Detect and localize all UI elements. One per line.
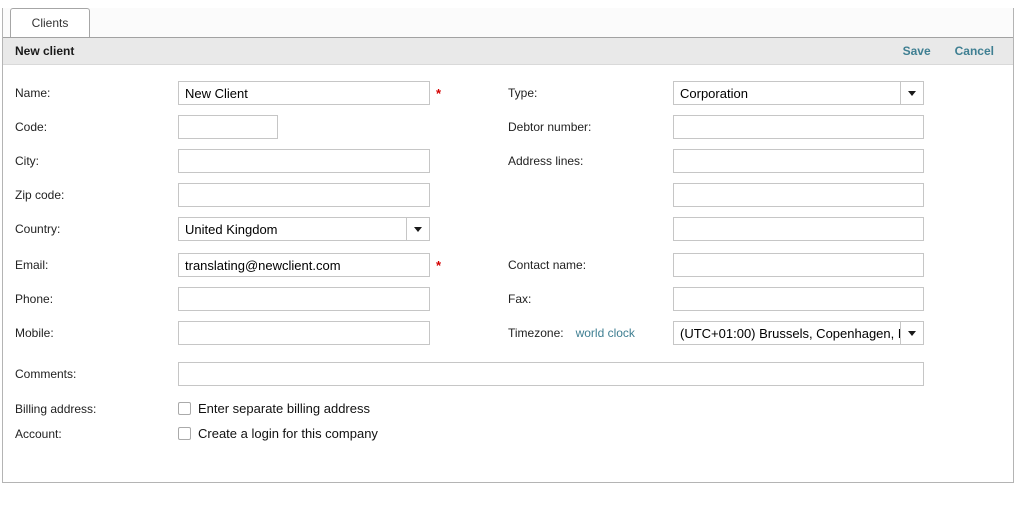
row-zip-address2: Zip code:	[15, 183, 1013, 207]
row-billing-address: Billing address: Enter separate billing …	[15, 401, 1013, 415]
address-line-1-input[interactable]	[673, 149, 924, 173]
timezone-select[interactable]: (UTC+01:00) Brussels, Copenhagen, Madrid…	[673, 321, 924, 345]
name-label: Name:	[15, 86, 178, 100]
save-button[interactable]: Save	[903, 44, 931, 58]
contact-name-label: Contact name:	[508, 258, 673, 272]
zip-code-input[interactable]	[178, 183, 430, 207]
required-marker: *	[436, 86, 441, 101]
chevron-down-icon	[900, 82, 923, 104]
name-input[interactable]	[178, 81, 430, 105]
code-input[interactable]	[178, 115, 278, 139]
billing-address-label: Billing address:	[15, 402, 178, 416]
phone-input[interactable]	[178, 287, 430, 311]
new-client-page: Clients New client Save Cancel Name: * T…	[0, 8, 1016, 531]
panel-header: New client Save Cancel	[3, 37, 1013, 65]
debtor-number-label: Debtor number:	[508, 120, 673, 134]
fax-label: Fax:	[508, 292, 673, 306]
page-title: New client	[3, 44, 74, 58]
address-line-3-input[interactable]	[673, 217, 924, 241]
debtor-number-input[interactable]	[673, 115, 924, 139]
row-mobile-timezone: Mobile: Timezone: world clock (UTC+01:00…	[15, 321, 1013, 345]
account-checkbox[interactable]	[178, 427, 191, 440]
account-label: Account:	[15, 427, 178, 441]
country-select[interactable]: United Kingdom	[178, 217, 430, 241]
tab-clients-label: Clients	[32, 16, 69, 30]
timezone-label: Timezone:	[508, 326, 564, 340]
comments-label: Comments:	[15, 367, 178, 381]
account-checkbox-label[interactable]: Create a login for this company	[198, 426, 378, 441]
new-client-form: Name: * Type: Corporation Code:	[3, 65, 1013, 482]
city-input[interactable]	[178, 149, 430, 173]
tab-bar: Clients	[2, 8, 1014, 37]
tab-clients[interactable]: Clients	[10, 8, 90, 37]
fax-input[interactable]	[673, 287, 924, 311]
phone-label: Phone:	[15, 292, 178, 306]
zip-code-label: Zip code:	[15, 188, 178, 202]
world-clock-link[interactable]: world clock	[576, 326, 635, 340]
comments-input[interactable]	[178, 362, 924, 386]
address-lines-label: Address lines:	[508, 154, 673, 168]
type-label: Type:	[508, 86, 673, 100]
row-name-type: Name: * Type: Corporation	[15, 81, 1013, 105]
row-account: Account: Create a login for this company	[15, 426, 1013, 440]
mobile-label: Mobile:	[15, 326, 178, 340]
row-country-address3: Country: United Kingdom	[15, 217, 1013, 241]
country-label: Country:	[15, 222, 178, 236]
mobile-input[interactable]	[178, 321, 430, 345]
code-label: Code:	[15, 120, 178, 134]
cancel-button[interactable]: Cancel	[955, 44, 994, 58]
row-phone-fax: Phone: Fax:	[15, 287, 1013, 311]
row-email-contact: Email: * Contact name:	[15, 253, 1013, 277]
email-label: Email:	[15, 258, 178, 272]
address-line-2-input[interactable]	[673, 183, 924, 207]
type-select-value: Corporation	[674, 82, 900, 104]
new-client-panel: New client Save Cancel Name: * Type: Cor…	[2, 37, 1014, 483]
row-code-debtor: Code: Debtor number:	[15, 115, 1013, 139]
chevron-down-icon	[406, 218, 429, 240]
billing-address-checkbox-label[interactable]: Enter separate billing address	[198, 401, 370, 416]
row-city-address1: City: Address lines:	[15, 149, 1013, 173]
required-marker: *	[436, 258, 441, 273]
type-select[interactable]: Corporation	[673, 81, 924, 105]
timezone-select-value: (UTC+01:00) Brussels, Copenhagen, Madrid…	[674, 322, 900, 344]
header-actions: Save Cancel	[903, 44, 1013, 58]
city-label: City:	[15, 154, 178, 168]
email-input[interactable]	[178, 253, 430, 277]
row-comments: Comments:	[15, 362, 1013, 386]
billing-address-checkbox[interactable]	[178, 402, 191, 415]
country-select-value: United Kingdom	[179, 218, 406, 240]
chevron-down-icon	[900, 322, 923, 344]
contact-name-input[interactable]	[673, 253, 924, 277]
